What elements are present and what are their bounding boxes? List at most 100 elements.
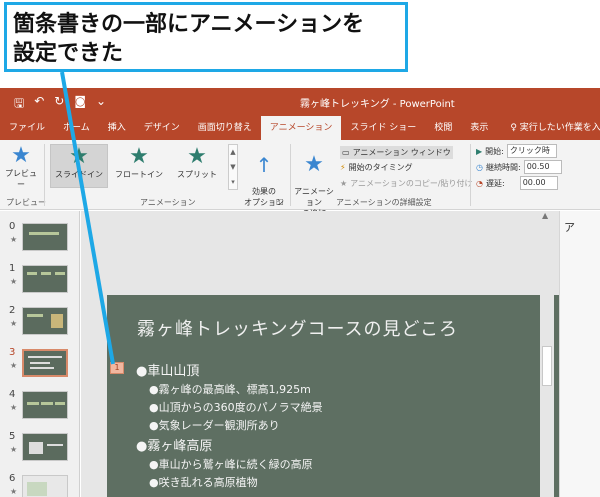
quick-access-toolbar: 🖫 ↶ ↻ ◙ ⌄ <box>14 94 106 115</box>
tab-slideshow[interactable]: スライド ショー <box>341 116 425 140</box>
effect-options-arrow-icon: ↑ <box>255 153 273 177</box>
scrollbar-thumb[interactable] <box>542 346 552 386</box>
animation-painter-label: アニメーションのコピー/貼り付け <box>350 179 473 188</box>
window-title: 霧ヶ峰トレッキング - PowerPoint <box>300 99 455 110</box>
thumbnail-animation-star-icon: ★ <box>10 487 18 496</box>
tab-animations[interactable]: アニメーション <box>260 116 342 140</box>
ribbon: ★ プレビュー プレビュー ★ スライドイン ★ フロートイン ★ スプリット … <box>0 140 600 218</box>
slide-in-label: スライドイン <box>55 170 103 179</box>
duration-label: 継続時間: <box>485 162 521 172</box>
animation-split[interactable]: ★ スプリット <box>168 144 226 188</box>
slide-thumbnail[interactable] <box>22 475 68 497</box>
animation-float-in[interactable]: ★ フロートイン <box>110 144 168 188</box>
delay-input[interactable]: 00.00 <box>519 176 558 190</box>
thumbnail-animation-star-icon: ★ <box>10 403 18 412</box>
thumbnail-row[interactable]: 2 ★ <box>0 305 80 343</box>
start-slideshow-icon[interactable]: ◙ <box>74 94 86 115</box>
bullet-level-1[interactable]: ●霧ヶ峰高原 <box>136 435 212 454</box>
slide-thumbnail[interactable] <box>22 223 68 251</box>
bullet-level-2[interactable]: ●山頂からの360度のパノラマ絶景 <box>149 399 323 415</box>
trigger-icon: ⚡ <box>340 163 346 172</box>
callout-line-1: 箇条書きの一部にアニメーションを <box>13 12 365 37</box>
group-launcher-icon[interactable]: ◱ <box>276 197 284 206</box>
thumbnail-row[interactable]: 1 ★ <box>0 263 80 301</box>
tab-design[interactable]: デザイン <box>135 116 189 140</box>
callout-line-2: 設定できた <box>13 41 124 66</box>
animation-order-tag[interactable]: 1 <box>110 362 124 374</box>
duration-clock-icon: ◷ <box>476 162 483 172</box>
tell-me-input[interactable]: ♀ 実行したい作業を入力し <box>501 116 600 140</box>
thumbnail-animation-star-icon: ★ <box>10 277 18 286</box>
slide-thumbnail[interactable] <box>22 265 68 293</box>
tab-view[interactable]: 表示 <box>461 116 497 140</box>
animation-pane-button[interactable]: ▭ アニメーション ウィンドウ <box>340 146 453 159</box>
start-icon: ▶ <box>476 146 483 156</box>
thumbnail-animation-star-icon: ★ <box>10 445 18 454</box>
slide-thumbnail[interactable] <box>22 307 68 335</box>
tab-transitions[interactable]: 画面切り替え <box>189 116 261 140</box>
timing-duration: ◷ 継続時間: 00.50 <box>476 160 562 174</box>
timing-delay: ◔ 遅延: 00.00 <box>476 176 558 190</box>
tab-home[interactable]: ホーム <box>54 116 99 140</box>
slide-in-star-icon: ★ <box>69 144 89 169</box>
thumbnail-number: 1 <box>9 263 16 274</box>
thumbnail-row[interactable]: 3 ★ <box>0 347 80 385</box>
slide-thumbnail[interactable] <box>22 433 68 461</box>
float-in-star-icon: ★ <box>129 144 149 169</box>
slide-title[interactable]: 霧ヶ峰トレッキングコースの見どころ <box>137 315 458 341</box>
animation-pane-label: アニメーション ウィンドウ <box>352 148 451 157</box>
delay-clock-icon: ◔ <box>476 178 483 188</box>
animation-slide-in[interactable]: ★ スライドイン <box>50 144 108 188</box>
group-label-preview: プレビュー <box>6 198 46 207</box>
thumbnail-animation-star-icon: ★ <box>10 319 18 328</box>
group-separator <box>290 144 291 206</box>
thumbnail-row[interactable]: 0 ★ <box>0 221 80 259</box>
bullet-level-2[interactable]: ●咲き乱れる高原植物 <box>149 474 258 490</box>
animation-pane-icon: ▭ <box>342 148 350 157</box>
tab-file[interactable]: ファイル <box>0 116 54 140</box>
slide-thumbnails-pane: 0 ★ 1 ★ 2 ★ 3 ★ 4 ★ 5 ★ 6 ★ <box>0 211 80 497</box>
bullet-level-2[interactable]: ●車山から鷲ヶ峰に続く緑の高原 <box>149 456 313 472</box>
start-select[interactable]: クリック時 <box>506 144 557 158</box>
callout-box: 箇条書きの一部にアニメーションを 設定できた <box>4 2 408 72</box>
preview-star-icon: ★ <box>11 143 31 168</box>
preview-button[interactable]: ★ プレビュー <box>4 144 38 190</box>
thumbnail-animation-star-icon: ★ <box>10 361 18 370</box>
animation-painter-button[interactable]: ★ アニメーションのコピー/貼り付け <box>340 178 473 189</box>
tab-insert[interactable]: 挿入 <box>99 116 135 140</box>
trigger-button[interactable]: ⚡ 開始のタイミング <box>340 162 413 173</box>
thumbnail-number: 4 <box>9 389 16 400</box>
thumbnail-row[interactable]: 6 ★ <box>0 473 80 497</box>
slide-thumbnail[interactable] <box>22 391 68 419</box>
bullet-level-2[interactable]: ●気象レーダー観測所あり <box>149 417 280 433</box>
customize-qat-icon[interactable]: ⌄ <box>96 94 106 115</box>
trigger-label: 開始のタイミング <box>348 163 413 172</box>
animation-painter-icon: ★ <box>340 179 348 188</box>
group-separator <box>470 144 471 206</box>
redo-icon[interactable]: ↻ <box>54 94 64 115</box>
thumbnail-animation-star-icon: ★ <box>10 235 18 244</box>
scroll-up-icon[interactable]: ▲ <box>542 211 548 220</box>
undo-icon[interactable]: ↶ <box>34 94 44 115</box>
gallery-scroll[interactable]: ▲ ▼ ▾ <box>228 144 238 190</box>
duration-input[interactable]: 00.50 <box>523 160 562 174</box>
split-star-icon: ★ <box>187 144 207 169</box>
effect-options-button[interactable]: ↑ 効果の オプション <box>244 144 284 217</box>
thumbnail-row[interactable]: 5 ★ <box>0 431 80 469</box>
save-icon[interactable]: 🖫 <box>14 94 24 115</box>
group-separator <box>44 144 45 206</box>
bullet-level-1[interactable]: ●車山山頂 <box>136 360 199 379</box>
slide-thumbnail-selected[interactable] <box>22 349 68 377</box>
animation-pane-title: ア <box>564 221 575 234</box>
preview-label: プレビュー <box>5 169 37 189</box>
thumbnail-row[interactable]: 4 ★ <box>0 389 80 427</box>
start-label: 開始: <box>485 146 504 156</box>
current-slide[interactable]: 霧ヶ峰トレッキングコースの見どころ ●車山山頂 ●霧ヶ峰の最高峰、標高1,925… <box>107 295 559 497</box>
animation-pane: ア <box>559 211 600 497</box>
float-in-label: フロートイン <box>115 170 163 179</box>
vertical-scrollbar[interactable]: ▲ <box>540 211 554 497</box>
thumbnail-number: 5 <box>9 431 16 442</box>
callout-text: 箇条書きの一部にアニメーションを 設定できた <box>7 5 405 69</box>
bullet-level-2[interactable]: ●霧ヶ峰の最高峰、標高1,925m <box>149 381 311 397</box>
tab-review[interactable]: 校閲 <box>425 116 461 140</box>
